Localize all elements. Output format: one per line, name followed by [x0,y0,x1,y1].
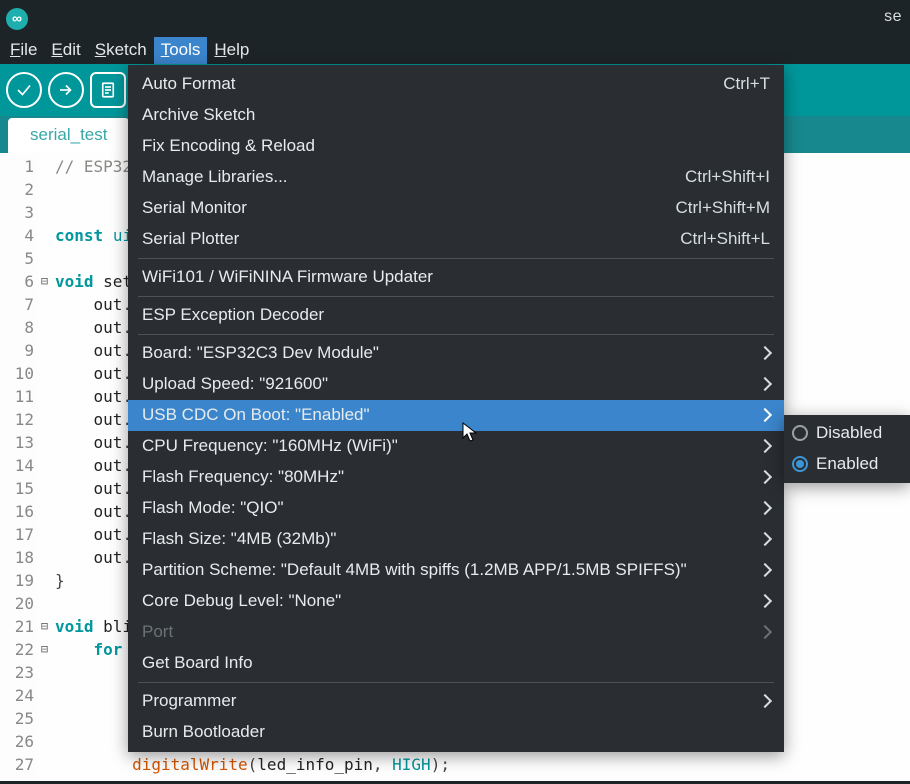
chevron-right-icon [758,532,772,546]
menu-cpu-frequency[interactable]: CPU Frequency: "160MHz (WiFi)" [128,431,784,462]
menu-manage-libraries[interactable]: Manage Libraries... Ctrl+Shift+I [128,162,784,193]
menu-flash-frequency[interactable]: Flash Frequency: "80MHz" [128,462,784,493]
menu-upload-speed[interactable]: Upload Speed: "921600" [128,369,784,400]
menu-separator [138,258,774,259]
menu-esp-exception-decoder[interactable]: ESP Exception Decoder [128,300,784,331]
check-icon [15,81,33,99]
menu-file[interactable]: File [3,37,44,64]
menu-flash-mode[interactable]: Flash Mode: "QIO" [128,493,784,524]
window-titlebar: se [0,0,910,37]
menu-serial-monitor[interactable]: Serial Monitor Ctrl+Shift+M [128,193,784,224]
menu-port[interactable]: Port [128,617,784,648]
submenu-enabled[interactable]: Enabled [784,449,910,480]
fold-gutter: ⊟⊟⊟ [38,153,51,781]
verify-button[interactable] [6,72,42,108]
menu-burn-bootloader[interactable]: Burn Bootloader [128,717,784,748]
page-icon [99,81,117,99]
arrow-right-icon [57,81,75,99]
chevron-right-icon [758,594,772,608]
menu-programmer[interactable]: Programmer [128,686,784,717]
chevron-right-icon [758,694,772,708]
menu-partition-scheme[interactable]: Partition Scheme: "Default 4MB with spif… [128,555,784,586]
menu-flash-size[interactable]: Flash Size: "4MB (32Mb)" [128,524,784,555]
chevron-right-icon [758,563,772,577]
chevron-right-icon [758,501,772,515]
menu-sketch[interactable]: Sketch [88,37,154,64]
menu-core-debug-level[interactable]: Core Debug Level: "None" [128,586,784,617]
new-sketch-button[interactable] [90,72,126,108]
chevron-right-icon [758,377,772,391]
menu-get-board-info[interactable]: Get Board Info [128,648,784,679]
tools-menu-dropdown: Auto Format Ctrl+T Archive Sketch Fix En… [128,65,784,752]
chevron-right-icon [758,408,772,422]
menu-separator [138,682,774,683]
menu-serial-plotter[interactable]: Serial Plotter Ctrl+Shift+L [128,224,784,255]
radio-checked-icon [792,456,808,472]
radio-icon [792,425,808,441]
menu-separator [138,334,774,335]
window-title-partial: se [884,8,902,26]
tab-serial-test[interactable]: serial_test [8,118,129,153]
menu-board[interactable]: Board: "ESP32C3 Dev Module" [128,338,784,369]
usb-cdc-submenu: Disabled Enabled [784,415,910,483]
menu-usb-cdc-on-boot[interactable]: USB CDC On Boot: "Enabled" [128,400,784,431]
menu-wifi-updater[interactable]: WiFi101 / WiFiNINA Firmware Updater [128,262,784,293]
chevron-right-icon [758,625,772,639]
chevron-right-icon [758,346,772,360]
chevron-right-icon [758,439,772,453]
chevron-right-icon [758,470,772,484]
menu-fix-encoding[interactable]: Fix Encoding & Reload [128,131,784,162]
upload-button[interactable] [48,72,84,108]
menu-edit[interactable]: Edit [44,37,87,64]
arduino-app-icon [6,8,28,30]
submenu-disabled[interactable]: Disabled [784,418,910,449]
menu-help[interactable]: Help [207,37,256,64]
menu-archive-sketch[interactable]: Archive Sketch [128,100,784,131]
menu-separator [138,296,774,297]
line-number-gutter: 1234567891011121314151617181920212223242… [0,153,38,781]
menu-auto-format[interactable]: Auto Format Ctrl+T [128,69,784,100]
menu-tools[interactable]: Tools [154,37,208,64]
menubar: File Edit Sketch Tools Help [0,37,910,64]
